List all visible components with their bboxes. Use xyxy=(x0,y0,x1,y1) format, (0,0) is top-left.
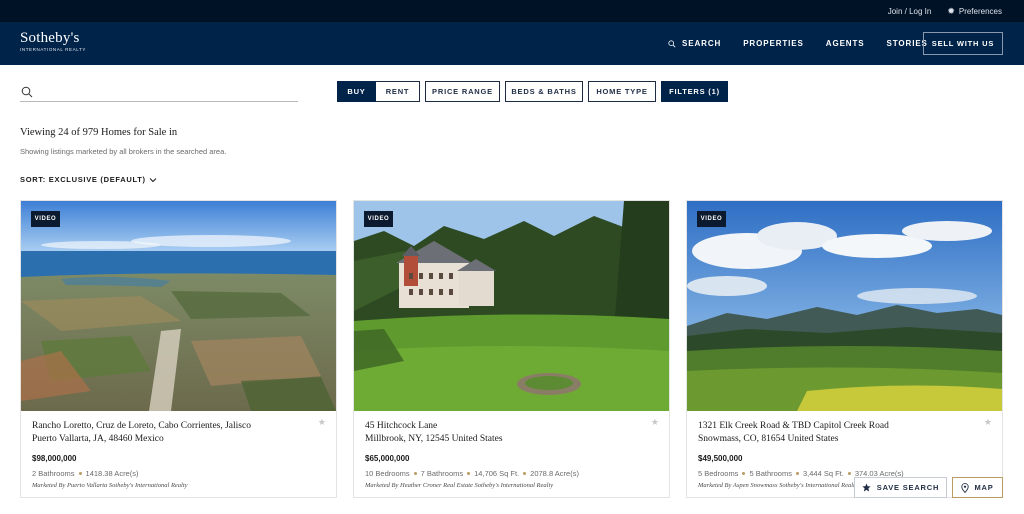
nav-stories[interactable]: STORIES xyxy=(887,39,928,48)
listing-card[interactable]: VIDEO ★ 45 Hitchcock Lane Millbrook, NY,… xyxy=(353,200,670,498)
sort-label: SORT: EXCLUSIVE (DEFAULT) xyxy=(20,175,146,184)
buy-tab[interactable]: BUY xyxy=(337,81,376,102)
map-pin-icon xyxy=(961,482,970,493)
logo-wordmark: Sotheby's xyxy=(20,30,80,46)
nav-search-label: SEARCH xyxy=(682,39,722,48)
beds-baths-button[interactable]: BEDS & BATHS xyxy=(505,81,583,102)
listing-address-line2[interactable]: Millbrook, NY, 12545 United States xyxy=(365,433,655,446)
search-bar xyxy=(20,82,298,102)
listing-detail: 5 Bathrooms xyxy=(749,469,792,478)
map-button[interactable]: MAP xyxy=(952,477,1003,498)
separator-dot xyxy=(78,472,82,475)
price-range-button[interactable]: PRICE RANGE xyxy=(425,81,500,102)
separator-dot xyxy=(795,472,799,475)
listing-details: 10 Bedrooms 7 Bathrooms 14,706 Sq Ft. 20… xyxy=(365,469,655,478)
listing-detail: 2078.8 Acre(s) xyxy=(530,469,579,478)
listing-photo[interactable]: VIDEO xyxy=(354,201,669,411)
rent-tab[interactable]: RENT xyxy=(376,81,420,102)
main-header: Sotheby's INTERNATIONAL REALTY SEARCH PR… xyxy=(0,22,1024,65)
listing-detail: 7 Bathrooms xyxy=(420,469,464,478)
preferences-link[interactable]: ✹ Preferences xyxy=(947,5,1002,16)
listing-photo[interactable]: VIDEO xyxy=(21,201,336,411)
listing-detail: 5 Bedrooms xyxy=(698,469,739,478)
separator-dot xyxy=(413,472,417,475)
nav-search[interactable]: SEARCH xyxy=(668,39,721,48)
listing-card[interactable]: VIDEO ★ Rancho Loretto, Cruz de Loreto, … xyxy=(20,200,337,498)
separator-dot xyxy=(742,472,746,475)
listing-address-line1[interactable]: 45 Hitchcock Lane xyxy=(365,420,655,433)
video-badge: VIDEO xyxy=(31,211,60,227)
results-title: Viewing 24 of 979 Homes for Sale in xyxy=(20,127,178,138)
listing-card[interactable]: VIDEO ★ 1321 Elk Creek Road & TBD Capito… xyxy=(686,200,1003,498)
listing-address-line2[interactable]: Puerto Vallarta, JA, 48460 Mexico xyxy=(32,433,322,446)
sell-with-us-button[interactable]: SELL WITH US xyxy=(923,32,1003,55)
listing-photo-mountains xyxy=(687,201,1002,411)
listing-price: $65,000,000 xyxy=(365,454,410,463)
listing-photo-estate xyxy=(354,201,669,411)
listing-info: 45 Hitchcock Lane Millbrook, NY, 12545 U… xyxy=(365,420,655,478)
search-icon xyxy=(668,39,676,47)
separator-dot xyxy=(523,472,527,475)
listing-marketed-by: Marketed By Puerto Vallarta Sotheby's In… xyxy=(32,482,188,489)
listing-photo-coast xyxy=(21,201,336,411)
listing-detail: 2 Bathrooms xyxy=(32,469,75,478)
results-subtitle: Showing listings marketed by all brokers… xyxy=(20,147,227,156)
listing-info: Rancho Loretto, Cruz de Loreto, Cabo Cor… xyxy=(32,420,322,478)
separator-dot xyxy=(847,472,851,475)
listing-price: $49,500,000 xyxy=(698,454,743,463)
listing-detail: 10 Bedrooms xyxy=(365,469,410,478)
map-label: MAP xyxy=(974,483,994,492)
listing-detail: 14,706 Sq Ft. xyxy=(474,469,520,478)
sort-dropdown[interactable]: SORT: EXCLUSIVE (DEFAULT) xyxy=(20,175,157,184)
save-search-button[interactable]: SAVE SEARCH xyxy=(854,477,947,498)
star-icon xyxy=(862,483,871,492)
save-search-label: SAVE SEARCH xyxy=(876,483,940,492)
chevron-down-icon xyxy=(149,177,157,182)
logo-subtitle: INTERNATIONAL REALTY xyxy=(20,47,86,52)
home-type-button[interactable]: HOME TYPE xyxy=(588,81,656,102)
search-icon xyxy=(21,86,33,97)
listing-details: 2 Bathrooms 1418.38 Acre(s) xyxy=(32,469,322,478)
listing-address-line2[interactable]: Snowmass, CO, 81654 United States xyxy=(698,433,988,446)
main-nav: SEARCH PROPERTIES AGENTS STORIES xyxy=(668,22,928,65)
listing-detail: 1418.38 Acre(s) xyxy=(85,469,139,478)
listing-photo[interactable]: VIDEO xyxy=(687,201,1002,411)
join-login-link[interactable]: Join / Log In xyxy=(888,7,932,16)
listing-address-line1[interactable]: Rancho Loretto, Cruz de Loreto, Cabo Cor… xyxy=(32,420,322,433)
listing-price: $98,000,000 xyxy=(32,454,77,463)
listing-marketed-by: Marketed By Heather Croner Real Estate S… xyxy=(365,482,554,489)
video-badge: VIDEO xyxy=(697,211,726,227)
nav-properties[interactable]: PROPERTIES xyxy=(743,39,804,48)
sothebys-logo[interactable]: Sotheby's INTERNATIONAL REALTY xyxy=(20,30,86,52)
video-badge: VIDEO xyxy=(364,211,393,227)
gear-icon: ✹ xyxy=(947,5,955,16)
listing-address-line1[interactable]: 1321 Elk Creek Road & TBD Capitol Creek … xyxy=(698,420,988,433)
filter-bar: BUY RENT PRICE RANGE BEDS & BATHS HOME T… xyxy=(337,81,728,102)
listing-detail: 3,444 Sq Ft. xyxy=(802,469,844,478)
separator-dot xyxy=(467,472,471,475)
buy-rent-toggle: BUY RENT xyxy=(337,81,420,102)
search-input[interactable] xyxy=(41,86,281,97)
utility-bar: Join / Log In ✹ Preferences xyxy=(0,0,1024,22)
filters-button[interactable]: FILTERS (1) xyxy=(661,81,728,102)
preferences-label: Preferences xyxy=(958,6,1002,16)
nav-agents[interactable]: AGENTS xyxy=(826,39,865,48)
listing-info: 1321 Elk Creek Road & TBD Capitol Creek … xyxy=(698,420,988,478)
